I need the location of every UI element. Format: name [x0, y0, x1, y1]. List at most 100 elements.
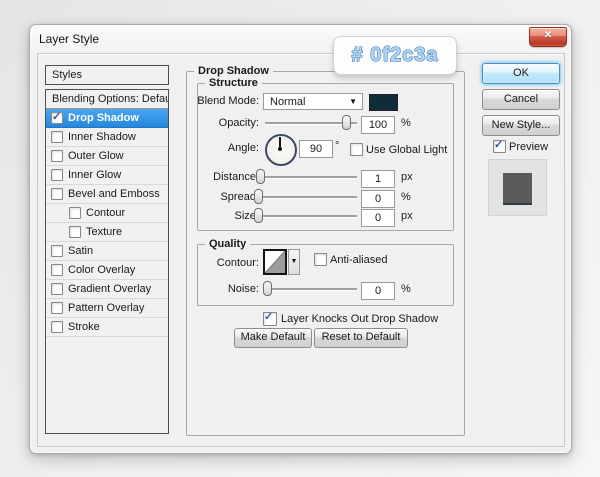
chevron-down-icon: ▼ [291, 258, 298, 265]
spread-unit: % [401, 191, 411, 203]
opacity-label: Opacity: [187, 117, 259, 129]
style-enable-checkbox[interactable] [51, 302, 63, 314]
chevron-down-icon: ▼ [349, 94, 357, 110]
size-label: Size: [187, 210, 259, 222]
style-item-label: Stroke [68, 318, 100, 336]
color-callout-text: # 0f2c3a [352, 44, 439, 66]
style-enable-checkbox[interactable] [51, 131, 63, 143]
style-list-item-satin[interactable]: Satin [46, 242, 168, 261]
preview-checkbox[interactable] [493, 140, 506, 153]
style-item-label: Drop Shadow [68, 109, 139, 127]
structure-legend: Structure [205, 77, 262, 89]
blend-mode-dropdown[interactable]: Normal ▼ [263, 93, 363, 110]
contour-label: Contour: [187, 257, 259, 269]
preview-layer-square [503, 173, 532, 205]
style-item-label: Texture [86, 223, 122, 241]
style-list-item-blending-options-default[interactable]: Blending Options: Default [46, 90, 168, 109]
style-item-label: Color Overlay [68, 261, 135, 279]
contour-dropdown-arrow[interactable]: ▼ [288, 249, 300, 275]
style-item-label: Blending Options: Default [52, 90, 169, 108]
style-list-item-outer-glow[interactable]: Outer Glow [46, 147, 168, 166]
anti-aliased-label: Anti-aliased [330, 254, 387, 266]
spread-slider-thumb[interactable] [254, 189, 263, 204]
style-item-label: Inner Shadow [68, 128, 136, 146]
style-enable-checkbox[interactable] [51, 283, 63, 295]
quality-legend: Quality [205, 238, 250, 250]
noise-value[interactable]: 0 [361, 282, 395, 300]
opacity-slider[interactable] [265, 122, 357, 124]
distance-value[interactable]: 1 [361, 170, 395, 188]
style-list-item-bevel-and-emboss[interactable]: Bevel and Emboss [46, 185, 168, 204]
noise-label: Noise: [187, 283, 259, 295]
noise-slider-thumb[interactable] [263, 281, 272, 296]
opacity-slider-thumb[interactable] [342, 115, 351, 130]
close-icon: ✕ [544, 30, 552, 41]
window-title: Layer Style [39, 32, 99, 46]
style-list-item-drop-shadow[interactable]: Drop Shadow [46, 109, 168, 128]
reset-to-default-button[interactable]: Reset to Default [314, 328, 408, 348]
preview-swatch-panel [488, 159, 547, 216]
style-list-item-gradient-overlay[interactable]: Gradient Overlay [46, 280, 168, 299]
make-default-button[interactable]: Make Default [234, 328, 312, 348]
style-enable-checkbox[interactable] [51, 264, 63, 276]
style-item-label: Bevel and Emboss [68, 185, 160, 203]
close-button[interactable]: ✕ [529, 27, 567, 47]
spread-label: Spread: [187, 191, 259, 203]
preview-label: Preview [509, 141, 548, 153]
spread-value[interactable]: 0 [361, 190, 395, 208]
use-global-light-checkbox[interactable] [350, 143, 363, 156]
layer-knocks-out-label: Layer Knocks Out Drop Shadow [281, 313, 438, 325]
angle-dial[interactable] [265, 134, 297, 166]
distance-unit: px [401, 171, 413, 183]
new-style-button[interactable]: New Style... [482, 115, 560, 136]
blend-mode-label: Blend Mode: [187, 95, 259, 107]
distance-slider[interactable] [254, 176, 357, 178]
distance-slider-thumb[interactable] [256, 169, 265, 184]
noise-slider[interactable] [263, 288, 357, 290]
styles-list: Blending Options: DefaultDrop ShadowInne… [45, 89, 169, 434]
style-enable-checkbox[interactable] [51, 188, 63, 200]
noise-unit: % [401, 283, 411, 295]
style-enable-checkbox[interactable] [51, 112, 63, 124]
style-list-item-color-overlay[interactable]: Color Overlay [46, 261, 168, 280]
style-item-label: Outer Glow [68, 147, 124, 165]
drop-shadow-legend: Drop Shadow [194, 65, 273, 77]
contour-thumbnail[interactable] [263, 249, 287, 275]
style-enable-checkbox[interactable] [69, 226, 81, 238]
style-enable-checkbox[interactable] [51, 169, 63, 181]
style-item-label: Contour [86, 204, 125, 222]
ok-button[interactable]: OK [482, 63, 560, 84]
style-list-item-inner-glow[interactable]: Inner Glow [46, 166, 168, 185]
style-enable-checkbox[interactable] [69, 207, 81, 219]
style-list-item-texture[interactable]: Texture [46, 223, 168, 242]
styles-header: Styles [45, 65, 169, 85]
style-enable-checkbox[interactable] [51, 150, 63, 162]
style-list-item-inner-shadow[interactable]: Inner Shadow [46, 128, 168, 147]
angle-label: Angle: [187, 142, 259, 154]
use-global-light-label: Use Global Light [366, 144, 447, 156]
anti-aliased-checkbox[interactable] [314, 253, 327, 266]
opacity-value[interactable]: 100 [361, 116, 395, 134]
style-list-item-contour[interactable]: Contour [46, 204, 168, 223]
size-slider-thumb[interactable] [254, 208, 263, 223]
angle-hub [278, 147, 282, 151]
opacity-unit: % [401, 117, 411, 129]
distance-label: Distance: [187, 171, 259, 183]
layer-style-dialog: Layer Style ✕ Styles Blending Options: D… [29, 24, 572, 454]
cancel-button[interactable]: Cancel [482, 89, 560, 110]
style-list-item-pattern-overlay[interactable]: Pattern Overlay [46, 299, 168, 318]
blend-mode-value: Normal [270, 96, 305, 108]
size-value[interactable]: 0 [361, 209, 395, 227]
color-callout: # 0f2c3a [333, 36, 457, 75]
style-enable-checkbox[interactable] [51, 245, 63, 257]
shadow-color-swatch[interactable] [369, 94, 398, 111]
style-item-label: Gradient Overlay [68, 280, 151, 298]
size-slider[interactable] [254, 215, 357, 217]
style-item-label: Inner Glow [68, 166, 121, 184]
angle-value[interactable]: 90 [299, 140, 333, 158]
layer-knocks-out-checkbox[interactable] [263, 312, 277, 326]
size-unit: px [401, 210, 413, 222]
style-enable-checkbox[interactable] [51, 321, 63, 333]
spread-slider[interactable] [254, 196, 357, 198]
style-list-item-stroke[interactable]: Stroke [46, 318, 168, 337]
